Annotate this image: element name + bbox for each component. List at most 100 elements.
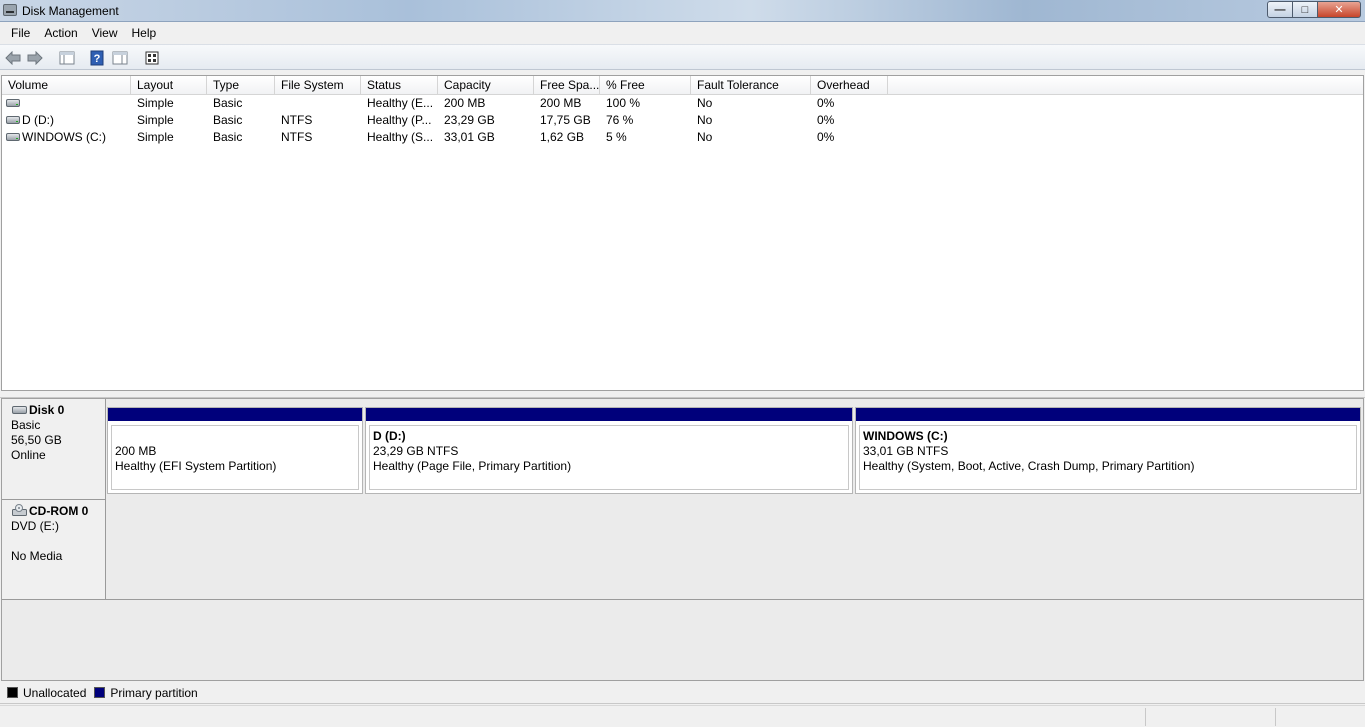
partition-c[interactable]: WINDOWS (C:) 33,01 GB NTFS Healthy (Syst… bbox=[855, 407, 1361, 494]
cell-file-system: NTFS bbox=[281, 113, 313, 127]
legend-primary-partition: Primary partition bbox=[110, 685, 198, 700]
col-capacity[interactable]: Capacity bbox=[438, 76, 534, 95]
status-segment bbox=[1145, 708, 1275, 726]
col-overhead[interactable]: Overhead bbox=[811, 76, 888, 95]
cell-volume: D (D:) bbox=[22, 113, 54, 127]
partition-efi[interactable]: 200 MB Healthy (EFI System Partition) bbox=[107, 407, 363, 494]
primary-partition-bar bbox=[366, 408, 852, 421]
partition-size: 200 MB bbox=[115, 444, 157, 458]
disk-management-icon bbox=[3, 4, 17, 16]
partition-details: D (D:) 23,29 GB NTFS Healthy (Page File,… bbox=[369, 425, 849, 490]
disk-name: CD-ROM 0 bbox=[11, 504, 105, 519]
disk-name-text: CD-ROM 0 bbox=[29, 504, 89, 518]
cell-overhead: 0% bbox=[817, 113, 835, 127]
show-hide-action-pane-icon[interactable] bbox=[143, 49, 161, 66]
window-controls: — □ ✕ bbox=[1267, 1, 1361, 18]
col-file-system[interactable]: File System bbox=[275, 76, 361, 95]
disk-state: No Media bbox=[11, 549, 63, 563]
menu-file[interactable]: File bbox=[4, 26, 37, 40]
cell-volume bbox=[16, 95, 131, 112]
disk-state: Online bbox=[11, 448, 46, 462]
cell-percent-free: 100 % bbox=[606, 96, 641, 110]
window-title: Disk Management bbox=[22, 4, 119, 18]
cell-fault-tolerance: No bbox=[697, 96, 713, 110]
partition-name: WINDOWS (C:) bbox=[863, 429, 948, 443]
disk-spacer bbox=[11, 534, 105, 549]
cell-status: Healthy (P... bbox=[367, 113, 432, 127]
forward-arrow-icon[interactable] bbox=[26, 49, 44, 66]
cell-capacity: 33,01 GB bbox=[444, 130, 495, 144]
disk-label[interactable]: CD-ROM 0 DVD (E:) No Media bbox=[2, 500, 106, 600]
svg-text:?: ? bbox=[94, 53, 101, 65]
disk-type: Basic bbox=[11, 418, 41, 432]
cdrom-empty-area bbox=[106, 500, 1363, 600]
disk-row-disk-0: Disk 0 Basic 56,50 GB Online 200 MB Heal… bbox=[2, 399, 1363, 500]
cell-percent-free: 76 % bbox=[606, 113, 634, 127]
menu-bar: File Action View Help bbox=[0, 22, 1365, 44]
cell-fault-tolerance: No bbox=[697, 130, 713, 144]
col-type[interactable]: Type bbox=[207, 76, 275, 95]
column-header: Volume Layout Type File System Status Ca… bbox=[2, 76, 1363, 95]
table-row[interactable]: WINDOWS (C:) Simple Basic NTFS Healthy (… bbox=[2, 129, 1363, 146]
disk-graphical-view: Disk 0 Basic 56,50 GB Online 200 MB Heal… bbox=[1, 398, 1364, 681]
cell-type: Basic bbox=[213, 130, 243, 144]
close-button[interactable]: ✕ bbox=[1318, 1, 1361, 18]
help-icon[interactable]: ? bbox=[88, 49, 106, 66]
cell-fault-tolerance: No bbox=[697, 113, 713, 127]
menu-help[interactable]: Help bbox=[125, 26, 164, 40]
console-tree-icon[interactable] bbox=[58, 49, 76, 66]
primary-partition-swatch bbox=[94, 687, 106, 698]
toolbar: ? bbox=[0, 44, 1365, 70]
partition-size: 23,29 GB NTFS bbox=[373, 444, 459, 458]
disk-name: Disk 0 bbox=[11, 403, 105, 418]
cell-layout: Simple bbox=[137, 113, 174, 127]
legend: Unallocated Primary partition bbox=[0, 682, 1365, 704]
disk-name-text: Disk 0 bbox=[29, 403, 65, 417]
cell-overhead: 0% bbox=[817, 96, 835, 110]
table-row[interactable]: D (D:) Simple Basic NTFS Healthy (P... 2… bbox=[2, 112, 1363, 129]
properties-icon[interactable] bbox=[111, 49, 129, 66]
cell-type: Basic bbox=[213, 96, 243, 110]
status-segment bbox=[1275, 708, 1363, 726]
partition-details: WINDOWS (C:) 33,01 GB NTFS Healthy (Syst… bbox=[859, 425, 1357, 490]
back-arrow-icon[interactable] bbox=[4, 49, 22, 66]
primary-partition-bar bbox=[108, 408, 362, 421]
cell-free-space: 200 MB bbox=[540, 96, 582, 110]
partition-name: D (D:) bbox=[373, 429, 406, 443]
col-free-space[interactable]: Free Spa... bbox=[534, 76, 600, 95]
partition-status: Healthy (EFI System Partition) bbox=[115, 459, 277, 473]
cell-status: Healthy (E... bbox=[367, 96, 434, 110]
cell-capacity: 23,29 GB bbox=[444, 113, 495, 127]
col-volume[interactable]: Volume bbox=[2, 76, 131, 95]
minimize-button[interactable]: — bbox=[1267, 1, 1293, 18]
partition-name bbox=[115, 429, 358, 444]
cell-status: Healthy (S... bbox=[367, 130, 434, 144]
cell-capacity: 200 MB bbox=[444, 96, 486, 110]
maximize-button[interactable]: □ bbox=[1293, 1, 1318, 18]
partition-size: 33,01 GB NTFS bbox=[863, 444, 949, 458]
col-layout[interactable]: Layout bbox=[131, 76, 207, 95]
cell-free-space: 17,75 GB bbox=[540, 113, 591, 127]
cd-drive-icon bbox=[12, 504, 27, 516]
volume-list[interactable]: Volume Layout Type File System Status Ca… bbox=[1, 75, 1364, 391]
pane-splitter[interactable] bbox=[0, 391, 1365, 398]
cell-type: Basic bbox=[213, 113, 243, 127]
col-percent-free[interactable]: % Free bbox=[600, 76, 691, 95]
disk-label[interactable]: Disk 0 Basic 56,50 GB Online bbox=[2, 399, 106, 500]
partition-d[interactable]: D (D:) 23,29 GB NTFS Healthy (Page File,… bbox=[365, 407, 853, 494]
disk-row-cdrom-0: CD-ROM 0 DVD (E:) No Media bbox=[2, 500, 1363, 600]
menu-action[interactable]: Action bbox=[37, 26, 84, 40]
col-status[interactable]: Status bbox=[361, 76, 438, 95]
unallocated-swatch bbox=[7, 687, 18, 698]
partition-details: 200 MB Healthy (EFI System Partition) bbox=[111, 425, 359, 490]
cell-file-system: NTFS bbox=[281, 130, 313, 144]
title-bar: Disk Management — □ ✕ bbox=[0, 0, 1365, 22]
col-fault-tolerance[interactable]: Fault Tolerance bbox=[691, 76, 811, 95]
cell-volume: WINDOWS (C:) bbox=[22, 130, 106, 144]
cell-layout: Simple bbox=[137, 96, 174, 110]
cell-percent-free: 5 % bbox=[606, 130, 627, 144]
menu-view[interactable]: View bbox=[85, 26, 125, 40]
table-row[interactable]: Simple Basic Healthy (E... 200 MB 200 MB… bbox=[2, 95, 1363, 112]
primary-partition-bar bbox=[856, 408, 1360, 421]
status-bar bbox=[0, 705, 1365, 727]
